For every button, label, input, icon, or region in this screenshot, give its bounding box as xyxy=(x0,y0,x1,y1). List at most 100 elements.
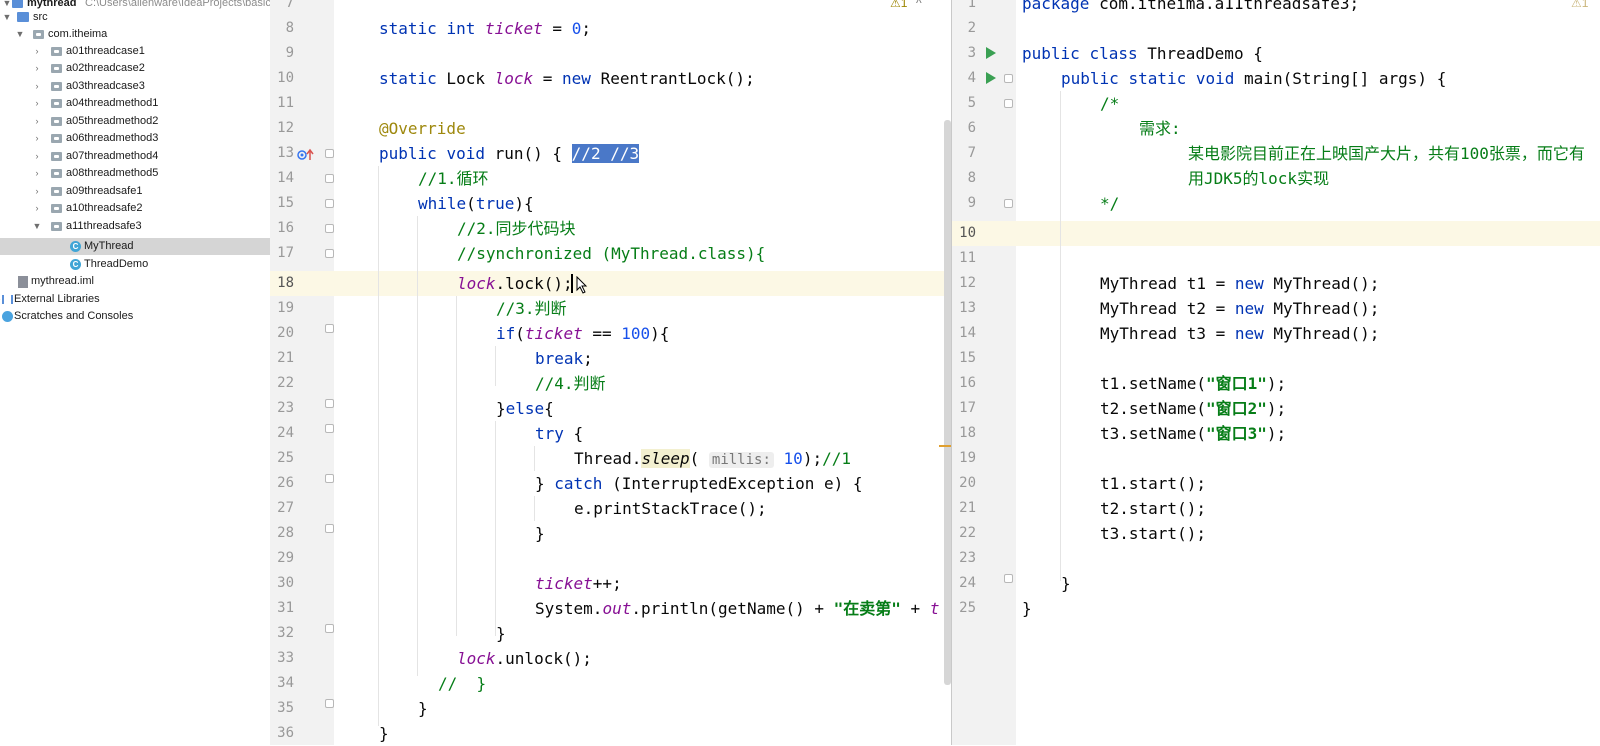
keyword: new xyxy=(1234,299,1264,318)
tree-item-class[interactable]: C ThreadDemo xyxy=(0,256,270,273)
code-line-8: 用JDK5的lock实现 xyxy=(1188,169,1330,188)
tree-item-iml[interactable]: mythread.iml xyxy=(0,273,270,290)
code-text: Lock xyxy=(436,69,495,88)
code-text: System. xyxy=(535,599,603,618)
chevron-down-icon[interactable]: ˇ xyxy=(934,0,938,10)
keyword: package xyxy=(1022,0,1090,13)
code-line-6: 需求: xyxy=(1139,119,1181,138)
field-ref: ticket xyxy=(484,19,543,38)
line-number: 7 xyxy=(967,145,976,161)
line-number: 20 xyxy=(277,325,294,341)
fold-marker-icon[interactable] xyxy=(325,199,334,208)
package-icon xyxy=(51,47,62,56)
tree-class-name: ThreadDemo xyxy=(84,258,149,270)
chevron-down-icon[interactable]: ▼ xyxy=(2,9,12,26)
tree-item-package[interactable]: › a09threadsafe1 xyxy=(0,183,270,200)
fold-marker-icon[interactable] xyxy=(325,324,334,333)
code-text: main(String[] args) { xyxy=(1234,69,1447,88)
fold-marker-icon[interactable] xyxy=(325,524,334,533)
text-selection[interactable]: //2 //3 xyxy=(571,144,640,163)
indent-guide xyxy=(495,421,496,636)
tree-item-package[interactable]: › a05threadmethod2 xyxy=(0,113,270,130)
line-number: 7 xyxy=(285,0,294,11)
fold-marker-icon[interactable] xyxy=(1004,74,1013,83)
chevron-right-icon[interactable]: › xyxy=(32,60,42,77)
code-line-19: //3.判断 xyxy=(496,299,567,318)
tree-item-class-selected[interactable]: C MyThread xyxy=(0,238,270,255)
scroll-marker xyxy=(939,445,951,447)
keyword: void xyxy=(446,144,485,163)
tree-item-package[interactable]: › a04threadmethod1 xyxy=(0,95,270,112)
chevron-right-icon[interactable]: › xyxy=(32,78,42,95)
line-number: 18 xyxy=(959,425,976,441)
collapse-up-icon[interactable]: ^ xyxy=(916,0,922,10)
code-text: { xyxy=(563,424,584,443)
tree-item-package[interactable]: › a01threadcase1 xyxy=(0,43,270,60)
code-line-12: @Override xyxy=(379,119,466,138)
code-text: ); xyxy=(1266,399,1287,418)
chevron-down-icon[interactable]: ▼ xyxy=(15,26,25,43)
fold-marker-icon[interactable] xyxy=(325,249,334,258)
override-marker-icon[interactable] xyxy=(297,148,315,162)
code-text: .unlock(); xyxy=(495,649,592,668)
code-line-26: } catch (InterruptedException e) { xyxy=(535,471,863,496)
current-line-highlight xyxy=(1016,221,1600,246)
indent-guide xyxy=(417,216,418,676)
right-editor-gutter[interactable]: 1 2 3 4 5 6 7 8 9 10 11 12 13 14 15 16 1… xyxy=(952,0,1016,745)
left-editor-gutter[interactable]: 7 8 9 10 11 12 13 14 15 16 17 18 19 20 2… xyxy=(270,0,334,745)
tree-item-src[interactable]: ▼ src xyxy=(0,9,270,26)
line-number: 14 xyxy=(277,170,294,186)
fold-marker-icon[interactable] xyxy=(1004,574,1013,583)
chevron-right-icon[interactable]: › xyxy=(32,130,42,147)
code-line-33: lock.unlock(); xyxy=(457,646,592,671)
tree-item-package-open[interactable]: ▼ a11threadsafe3 xyxy=(0,218,270,235)
line-number: 28 xyxy=(277,525,294,541)
line-number: 17 xyxy=(277,245,294,261)
class-icon: C xyxy=(70,259,81,270)
chevron-right-icon[interactable]: › xyxy=(32,165,42,182)
tree-item-package[interactable]: › a08threadmethod5 xyxy=(0,165,270,182)
code-line-12: MyThread t1 = new MyThread(); xyxy=(1100,271,1379,296)
tree-item-package-root[interactable]: ▼ com.itheima xyxy=(0,26,270,43)
code-line-31: System.out.println(getName() + "在卖第" + t xyxy=(535,596,939,621)
fold-marker-icon[interactable] xyxy=(325,424,334,433)
tree-iml-label: mythread.iml xyxy=(31,275,94,287)
fold-marker-icon[interactable] xyxy=(325,149,334,158)
tree-item-scratches[interactable]: Scratches and Consoles xyxy=(0,308,270,325)
chevron-right-icon[interactable]: › xyxy=(32,43,42,60)
chevron-right-icon[interactable]: › xyxy=(32,113,42,130)
fold-marker-icon[interactable] xyxy=(325,399,334,408)
fold-marker-icon[interactable] xyxy=(325,474,334,483)
tree-item-external-libraries[interactable]: › External Libraries xyxy=(0,291,270,308)
chevron-right-icon[interactable]: › xyxy=(32,148,42,165)
line-number: 33 xyxy=(277,650,294,666)
left-editor-code-area[interactable]: ⚠1 ^ ˇ static int ticket = 0; static Loc… xyxy=(334,0,951,745)
code-text: MyThread t2 = xyxy=(1100,299,1235,318)
chevron-right-icon[interactable]: › xyxy=(32,200,42,217)
chevron-down-icon[interactable]: ▼ xyxy=(32,218,42,235)
left-editor-scrollbar[interactable] xyxy=(944,120,951,685)
fold-marker-icon[interactable] xyxy=(325,624,334,633)
fold-marker-icon[interactable] xyxy=(325,699,334,708)
warning-indicator[interactable]: ⚠1 xyxy=(890,0,907,10)
tree-item-package[interactable]: › a03threadcase3 xyxy=(0,78,270,95)
warning-indicator[interactable]: ⚠1 xyxy=(1571,0,1588,10)
keyword: else xyxy=(505,399,545,418)
line-number: 30 xyxy=(277,575,294,591)
tree-item-package[interactable]: › a02threadcase2 xyxy=(0,60,270,77)
tree-item-package[interactable]: › a10threadsafe2 xyxy=(0,200,270,217)
right-editor-code-area[interactable]: ⚠1 package com.itheima.a11threadsafe3; p… xyxy=(1016,0,1600,745)
keyword: static xyxy=(379,19,437,38)
tree-item-package[interactable]: › a07threadmethod4 xyxy=(0,148,270,165)
fold-marker-icon[interactable] xyxy=(1004,99,1013,108)
fold-marker-icon[interactable] xyxy=(325,224,334,233)
chevron-right-icon[interactable]: › xyxy=(32,183,42,200)
fold-marker-icon[interactable] xyxy=(1004,199,1013,208)
code-text: t1.setName( xyxy=(1100,374,1206,393)
run-class-icon[interactable] xyxy=(986,47,996,59)
fold-marker-icon[interactable] xyxy=(325,174,334,183)
run-main-icon[interactable] xyxy=(986,72,996,84)
tree-item-package[interactable]: › a06threadmethod3 xyxy=(0,130,270,147)
code-line-13: public void run() { //2 //3 xyxy=(379,141,640,166)
chevron-right-icon[interactable]: › xyxy=(32,95,42,112)
